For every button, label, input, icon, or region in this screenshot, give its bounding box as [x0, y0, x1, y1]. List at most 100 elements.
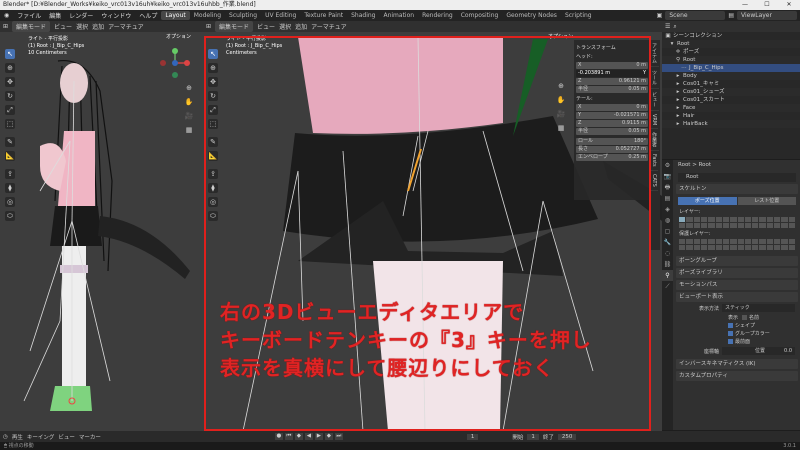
shapes-checkbox[interactable]: シェイプ — [728, 322, 800, 329]
menu-edit[interactable]: 編集 — [45, 11, 65, 20]
minimize-button[interactable]: — — [734, 0, 756, 10]
menu-keying[interactable]: キーイング — [27, 433, 55, 441]
menu-window[interactable]: ウィンドウ — [97, 11, 135, 20]
camera-view-icon[interactable]: 🎥 — [184, 111, 194, 121]
output-tab-icon[interactable]: 🖶 — [662, 182, 673, 193]
tab-compositing[interactable]: Compositing — [457, 11, 503, 20]
menu-view[interactable]: ビュー — [58, 433, 75, 441]
extrude-tool-icon[interactable]: ⇪ — [5, 169, 15, 179]
scale-tool-icon[interactable]: ⤢ — [5, 105, 15, 115]
menu-armature[interactable]: アーマチュア — [108, 22, 144, 31]
tab-vrm[interactable]: VRM — [650, 111, 658, 130]
bone-tab-icon[interactable]: ⟋ — [662, 281, 673, 292]
protected-layers-grid[interactable] — [679, 239, 795, 250]
section-skeleton[interactable]: スケルトン — [676, 184, 798, 194]
tab-modeling[interactable]: Modeling — [190, 11, 225, 20]
tool-tab-icon[interactable]: ⚙ — [662, 160, 673, 171]
close-button[interactable]: ✕ — [778, 0, 800, 10]
armature-name-field[interactable]: Root — [678, 173, 796, 182]
constraint-tab-icon[interactable]: ⛓ — [662, 259, 673, 270]
navigation-gizmo[interactable] — [160, 48, 190, 78]
menu-render[interactable]: レンダー — [65, 11, 97, 20]
move-tool-icon[interactable]: ✥ — [5, 77, 15, 87]
tab-animation[interactable]: Animation — [379, 11, 418, 20]
physics-tab-icon[interactable]: ◌ — [662, 248, 673, 259]
tab-uv-editing[interactable]: UV Editing — [261, 11, 300, 20]
tab-fasts[interactable]: Fasts — [650, 151, 658, 171]
jump-end-icon[interactable]: ⏭ — [334, 433, 343, 440]
maximize-button[interactable]: ☐ — [756, 0, 778, 10]
menu-file[interactable]: ファイル — [13, 11, 45, 20]
menu-add[interactable]: 追加 — [295, 22, 307, 31]
mode-selector[interactable]: 編集モード — [215, 21, 254, 32]
options-button[interactable]: オプション — [166, 34, 191, 41]
menu-help[interactable]: ヘルプ — [135, 11, 161, 20]
world-tab-icon[interactable]: ◍ — [662, 215, 673, 226]
tab-sculpting[interactable]: Sculpting — [225, 11, 261, 20]
outliner-item[interactable]: ▾ Root — [662, 40, 800, 48]
outliner-item[interactable]: ✛ ポーズ — [662, 48, 800, 56]
jump-start-icon[interactable]: ⏮ — [284, 433, 293, 440]
tab-worker[interactable]: 作業者 — [650, 129, 659, 152]
tab-tool[interactable]: ツール — [650, 67, 659, 89]
armature-data-tab-icon[interactable]: ⚲ — [662, 270, 673, 281]
menu-select[interactable]: 選択 — [279, 22, 291, 31]
hand-pan-icon[interactable]: ✋ — [184, 97, 194, 107]
search-icon[interactable]: ⌕ — [673, 23, 676, 31]
tab-texture-paint[interactable]: Texture Paint — [300, 11, 347, 20]
prev-keyframe-icon[interactable]: ◆ — [294, 433, 303, 440]
outliner-item[interactable]: ▸ Face — [662, 104, 800, 112]
view-layer-tab-icon[interactable]: ▤ — [662, 193, 673, 204]
axes-position-field[interactable]: 位置 0.0 — [722, 347, 795, 355]
grid-view-icon[interactable]: ▦ — [184, 125, 194, 135]
play-reverse-icon[interactable]: ◀ — [304, 433, 313, 440]
menu-select[interactable]: 選択 — [76, 22, 88, 31]
menu-view[interactable]: ビュー — [54, 22, 72, 31]
scene-tab-icon[interactable]: ◈ — [662, 204, 673, 215]
outliner[interactable]: ☰ ⌕ ▣ シーンコレクション ▾ Root ✛ ポーズ ⚲ Root ⋯ J_Bip_C… — [662, 21, 800, 159]
tab-layout[interactable]: Layout — [161, 11, 190, 20]
next-keyframe-icon[interactable]: ◆ — [324, 433, 333, 440]
annotate-tool-icon[interactable]: ✎ — [5, 137, 15, 147]
tab-scripting[interactable]: Scripting — [561, 11, 596, 20]
display-as-dropdown[interactable]: スティック — [722, 304, 795, 312]
outliner-scene-collection[interactable]: ▣ シーンコレクション — [662, 32, 800, 40]
editor-type-icon[interactable]: ⊞ — [3, 23, 8, 30]
outliner-item[interactable]: ▸ HairBack — [662, 120, 800, 128]
section-custom-properties[interactable]: カスタムプロパティ — [676, 371, 798, 381]
layers-grid[interactable] — [679, 217, 795, 228]
editor-type-icon[interactable]: ⊞ — [206, 23, 211, 30]
outliner-item[interactable]: ▸ Cos01_シューズ — [662, 88, 800, 96]
tab-item[interactable]: アイテム — [650, 40, 659, 67]
object-tab-icon[interactable]: ▢ — [662, 226, 673, 237]
tab-shading[interactable]: Shading — [347, 11, 379, 20]
outliner-item[interactable]: ▸ Hair — [662, 112, 800, 120]
pose-position-button[interactable]: ポーズ位置 — [678, 197, 737, 205]
section-motion-paths[interactable]: モーションパス — [676, 280, 798, 290]
current-frame-field[interactable]: 1 — [466, 433, 479, 440]
tab-rendering[interactable]: Rendering — [418, 11, 457, 20]
tab-cats[interactable]: CATS — [650, 171, 658, 191]
select-tool-icon[interactable]: ↖ — [5, 49, 15, 59]
left-3d-viewport[interactable]: ⊞ 編集モード ビュー 選択 追加 アーマチュア ライト - 平行投影 (1) … — [0, 21, 203, 431]
bone-size-tool-icon[interactable]: ⧫ — [5, 183, 15, 193]
measure-tool-icon[interactable]: 📐 — [5, 151, 15, 161]
group-colors-checkbox[interactable]: グループカラー — [728, 330, 800, 337]
start-frame-field[interactable]: 1 — [527, 433, 539, 440]
outliner-icon[interactable]: ☰ — [665, 23, 670, 30]
mode-selector[interactable]: 編集モード — [12, 21, 51, 32]
cursor-tool-icon[interactable]: ⊕ — [5, 63, 15, 73]
menu-marker[interactable]: マーカー — [79, 433, 101, 441]
names-checkbox[interactable]: 表示 名前 — [728, 314, 800, 321]
tab-view[interactable]: ビュー — [650, 89, 659, 111]
section-viewport-display[interactable]: ビューポート表示 — [676, 292, 798, 302]
section-inverse-kinematics[interactable]: インバースキネマティクス (IK) — [676, 359, 798, 369]
transform-tool-icon[interactable]: ⬚ — [5, 119, 15, 129]
menu-playback[interactable]: 再生 — [12, 433, 23, 441]
outliner-item[interactable]: ▸ Body — [662, 72, 800, 80]
end-frame-field[interactable]: 250 — [557, 433, 577, 440]
menu-add[interactable]: 追加 — [92, 22, 104, 31]
modifier-tab-icon[interactable]: 🔧 — [662, 237, 673, 248]
outliner-item[interactable]: ▸ Cos01_キャミ — [662, 80, 800, 88]
rest-position-button[interactable]: レスト位置 — [737, 197, 796, 205]
